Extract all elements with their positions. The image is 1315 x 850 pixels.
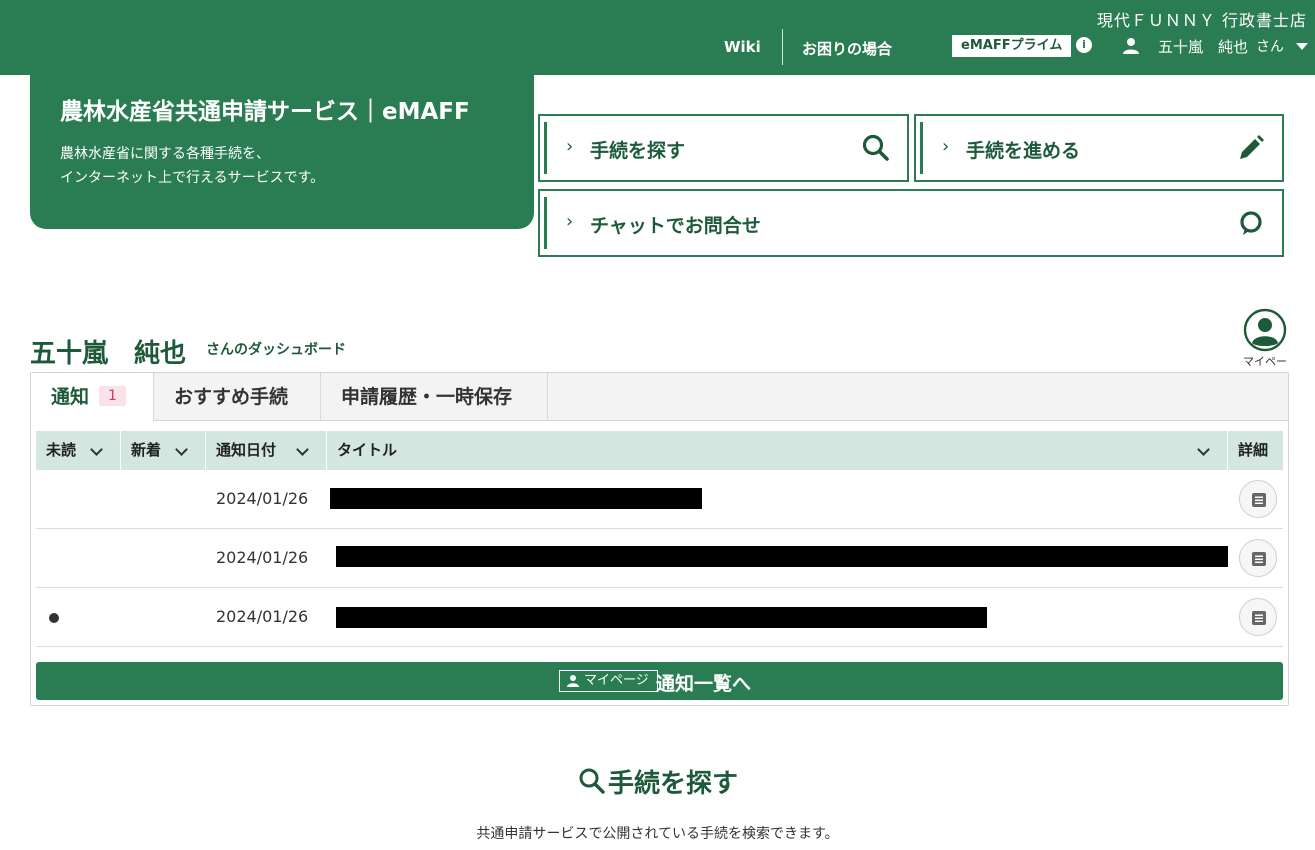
chevron-right-icon: › [566,211,574,232]
redacted-title [336,607,987,628]
person-icon [567,675,579,687]
search-section-description: 共通申請サービスで公開されている手続を検索できます。 [476,826,839,842]
nav-divider [782,29,783,65]
search-section-title: 手続を探す [608,769,739,799]
table-header: 未読 新着 通知日付 タイトル 詳細 [36,431,1283,470]
chevron-down-icon [90,443,103,456]
document-icon [1252,611,1266,625]
notification-count-badge: 1 [99,386,126,406]
redacted-title [336,546,1228,567]
chat-inquiry-button[interactable]: › チャットでお問合せ [538,189,1284,257]
detail-button[interactable] [1239,539,1277,577]
chat-icon [1240,211,1262,235]
chevron-down-icon [175,443,188,456]
continue-procedure-label: 手続を進める [966,140,1081,162]
sort-title[interactable]: タイトル [337,431,1227,470]
tab-notifications-label: 通知 [51,386,90,408]
header-new-label: 新着 [131,441,162,459]
tab-recommended[interactable]: おすすめ手続 [154,373,321,421]
header-separator [120,431,121,470]
user-name: 五十嵐 純也 [1158,37,1249,56]
tab-notifications[interactable]: 通知 1 [31,373,154,422]
hero-desc-line1: 農林水産省に関する各種手続を、 [60,146,270,162]
document-icon [1252,493,1266,507]
search-icon [579,768,605,794]
hero-description: 農林水産省に関する各種手続を、 インターネット上で行えるサービスです。 [60,142,324,190]
hero-card: 農林水産省共通申請サービス｜eMAFF 農林水産省に関する各種手続を、 インター… [30,72,534,229]
table-row[interactable]: 2024/01/26 [36,529,1283,588]
header-unread-label: 未読 [46,441,77,459]
chevron-right-icon: › [566,136,574,157]
table-row[interactable]: 2024/01/26 [36,588,1283,647]
info-icon[interactable]: i [1076,37,1092,53]
nav-wiki-link[interactable]: Wiki [724,38,761,56]
continue-procedure-button[interactable]: › 手続を進める [914,114,1284,182]
emaff-prime-link[interactable]: eMAFFプライム [952,35,1072,57]
top-header-bar: 現代ＦＵＮＮＹ 行政書士店 Wiki お困りの場合 eMAFFプライム i 五十… [0,0,1315,75]
hero-desc-line2: インターネット上で行えるサービスです。 [60,170,325,186]
hero-title: 農林水産省共通申請サービス｜eMAFF [60,99,470,125]
notification-date: 2024/01/26 [216,548,309,567]
person-icon [1123,38,1139,54]
detail-button[interactable] [1239,598,1277,636]
table-row[interactable]: 2024/01/26 [36,470,1283,529]
mypage-badge-label: マイページ [584,673,649,688]
notification-date: 2024/01/26 [216,607,309,626]
header-separator [326,431,327,470]
unread-indicator [49,613,59,623]
mypage-avatar-icon [1243,308,1287,352]
pencil-icon [1240,135,1264,159]
header-date-label: 通知日付 [216,441,277,459]
mypage-badge: マイページ [559,670,658,692]
detail-button[interactable] [1239,480,1277,518]
notification-list-label: 通知一覧へ [656,673,752,695]
header-detail: 詳細 [1238,441,1269,459]
header-separator [1227,431,1228,470]
dashboard-suffix: さんのダッシュボード [206,342,346,358]
notification-date: 2024/01/26 [216,489,309,508]
user-menu[interactable]: 五十嵐 純也 さん [1122,34,1309,58]
document-icon [1252,552,1266,566]
find-procedure-button[interactable]: › 手続を探す [538,114,909,182]
sort-date[interactable]: 通知日付 [216,431,326,470]
redacted-title [330,488,702,509]
sort-unread[interactable]: 未読 [46,431,120,470]
tab-history[interactable]: 申請履歴・一時保存 [321,373,548,421]
dashboard-user-name: 五十嵐 純也 [30,339,187,369]
chevron-down-icon [1296,42,1309,50]
chevron-right-icon: › [942,136,950,157]
office-name: 現代ＦＵＮＮＹ 行政書士店 [1096,11,1307,30]
header-separator [205,431,206,470]
notification-list-button[interactable]: マイページ 通知一覧へ [36,662,1283,700]
chat-inquiry-label: チャットでお問合せ [590,215,761,237]
dashboard-panel: 通知 1 おすすめ手続 申請履歴・一時保存 未読 新着 通知日付 タイトル 詳細 … [30,372,1289,706]
user-suffix: さん [1256,39,1285,55]
find-procedure-label: 手続を探す [590,140,686,162]
header-title-label: タイトル [337,441,398,459]
search-icon [862,134,889,161]
dashboard-tabs: 通知 1 おすすめ手続 申請履歴・一時保存 [31,373,1288,422]
chevron-down-icon [1197,443,1210,456]
sort-new[interactable]: 新着 [131,431,205,470]
nav-help-link[interactable]: お困りの場合 [802,38,892,59]
chevron-down-icon [296,443,309,456]
